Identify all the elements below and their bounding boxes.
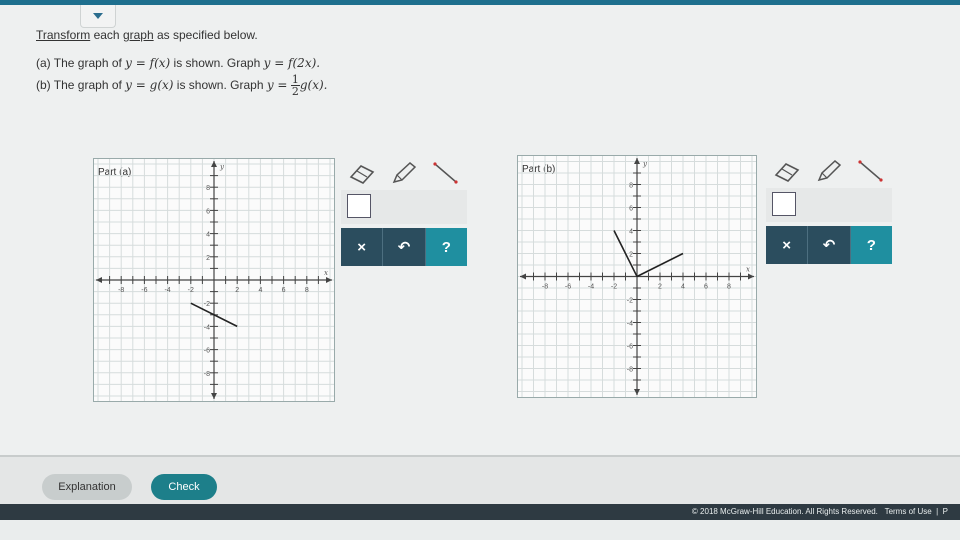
part-a-fx: y = f(x)	[125, 56, 171, 70]
y-tick-label: -8	[204, 371, 210, 378]
x-axis-arrow-right	[326, 277, 332, 283]
x-tick-label: 6	[704, 284, 708, 291]
x-tick-label: 4	[681, 284, 685, 291]
terms-of-use-link[interactable]: Terms of Use	[885, 507, 932, 516]
help-button[interactable]: ?	[850, 226, 892, 264]
tool-row	[341, 156, 467, 190]
action-row: × ↶ ?	[766, 226, 892, 264]
x-tick-label: 2	[658, 284, 662, 291]
x-tick-label: 4	[258, 287, 262, 294]
x-tick-label: -6	[141, 287, 147, 294]
pencil-icon	[817, 160, 842, 182]
x-tick-label: 6	[282, 287, 286, 294]
y-tick-label: 8	[629, 183, 633, 190]
x-axis-arrow-left	[96, 277, 102, 283]
graph-b-canvas[interactable]: -8 -6 -4 -2 2 4 6 88642-2-4-6-8xy	[518, 156, 756, 397]
undo-button[interactable]: ↶	[383, 228, 426, 266]
x-tick-label: -2	[188, 287, 194, 294]
pencil-tool[interactable]	[813, 157, 845, 185]
y-tick-label: 6	[629, 206, 633, 213]
eraser-tool[interactable]	[346, 159, 378, 187]
eraser-tool[interactable]	[771, 157, 803, 185]
y-tick-label: -2	[627, 298, 633, 305]
y-tick-label: -4	[627, 321, 633, 328]
part-a-prefix: (a) The graph of	[36, 56, 126, 70]
x-tick-label: 8	[305, 287, 309, 294]
y-tick-label: 2	[629, 252, 633, 259]
part-a-prompt: (a) The graph of y = f(x) is shown. Grap…	[36, 52, 327, 74]
part-b-prefix: (b) The graph of	[36, 78, 126, 92]
y-tick-label: 8	[206, 185, 210, 192]
x-axis-label: x	[324, 269, 328, 277]
pencil-icon	[392, 162, 417, 184]
grid-tool-area	[341, 190, 467, 224]
tool-row	[766, 154, 892, 188]
y-tick-label: 4	[206, 232, 210, 239]
x-axis-arrow-left	[520, 273, 526, 280]
line-tool-icon	[433, 162, 458, 184]
grid-tool-icon[interactable]	[772, 192, 796, 216]
clear-button[interactable]: ×	[341, 228, 384, 266]
part-b-target-lhs: y =	[266, 78, 288, 92]
y-tick-label: 6	[206, 208, 210, 215]
x-axis-arrow-right	[748, 273, 754, 280]
check-button[interactable]: Check	[151, 474, 217, 500]
graph-panel-part-a[interactable]: Part (a) -8 -6 -4 -2 2 4 6 8 8 6 4 2 -2 -4 -6 -8 x y	[93, 158, 335, 402]
x-tick-label: 2	[235, 287, 239, 294]
x-tick-label: -4	[588, 284, 594, 291]
title-text: each	[90, 28, 123, 42]
collapse-toggle[interactable]	[80, 5, 116, 28]
part-b-mid: is shown. Graph	[173, 78, 267, 92]
part-b-target-rhs: g(x).	[299, 78, 328, 92]
question-title: Transform each graph as specified below.	[36, 28, 327, 42]
part-b-gx: y = g(x)	[125, 78, 174, 92]
x-tick-label: 8	[727, 284, 731, 291]
clear-button[interactable]: ×	[766, 226, 809, 264]
line-tool[interactable]	[855, 157, 887, 185]
transform-link[interactable]: Transform	[36, 28, 90, 42]
explanation-button[interactable]: Explanation	[42, 474, 132, 500]
fraction-denominator: 2	[291, 85, 299, 99]
title-text-rest: as specified below.	[153, 28, 258, 42]
grid-tool-area	[766, 188, 892, 222]
y-tick-label: -8	[627, 367, 633, 374]
line-tool[interactable]	[430, 159, 462, 187]
privacy-link[interactable]: P	[943, 507, 948, 516]
x-axis-label: x	[746, 266, 750, 274]
chevron-down-icon	[93, 13, 103, 19]
toolbox-part-b: × ↶ ?	[766, 154, 892, 264]
undo-button[interactable]: ↶	[808, 226, 851, 264]
x-tick-label: -2	[611, 284, 617, 291]
y-tick-label: 4	[629, 229, 633, 236]
part-b-prompt: (b) The graph of y = g(x) is shown. Grap…	[36, 74, 328, 99]
eraser-icon	[774, 163, 800, 182]
help-button[interactable]: ?	[425, 228, 467, 266]
x-tick-label: -6	[565, 284, 571, 291]
y-tick-label: -6	[204, 348, 210, 355]
question-text: Transform each graph as specified below.…	[36, 28, 328, 99]
y-tick-label: -4	[204, 324, 210, 331]
part-a-target: y = f(2x).	[263, 56, 321, 70]
y-tick-label: 2	[206, 255, 210, 262]
action-row: × ↶ ?	[341, 228, 467, 266]
x-tick-label: -8	[118, 287, 124, 294]
graph-a-canvas[interactable]: -8 -6 -4 -2 2 4 6 88642-2-4-6-8xy	[94, 159, 334, 401]
one-half-fraction: 12	[290, 74, 300, 99]
graph-link[interactable]: graph	[123, 28, 154, 42]
line-tool-icon	[858, 160, 883, 182]
graph-panel-part-b[interactable]: Part (b) -8 -6 -4 -2 2 4 6 8 8 6 4 2 -2 -4 -6 -8 x y	[517, 155, 757, 398]
y-tick-label: -6	[627, 344, 633, 351]
eraser-icon	[349, 165, 375, 184]
part-a-mid: is shown. Graph	[170, 56, 264, 70]
pencil-tool[interactable]	[388, 159, 420, 187]
toolbox-part-a: × ↶ ?	[341, 156, 467, 266]
y-tick-label: -2	[204, 301, 210, 308]
x-tick-label: -8	[542, 284, 548, 291]
grid-tool-icon[interactable]	[347, 194, 371, 218]
copyright-text: © 2018 McGraw-Hill Education. All Rights…	[691, 507, 878, 516]
x-tick-label: -4	[164, 287, 170, 294]
copyright-bar: © 2018 McGraw-Hill Education. All Rights…	[0, 504, 960, 520]
